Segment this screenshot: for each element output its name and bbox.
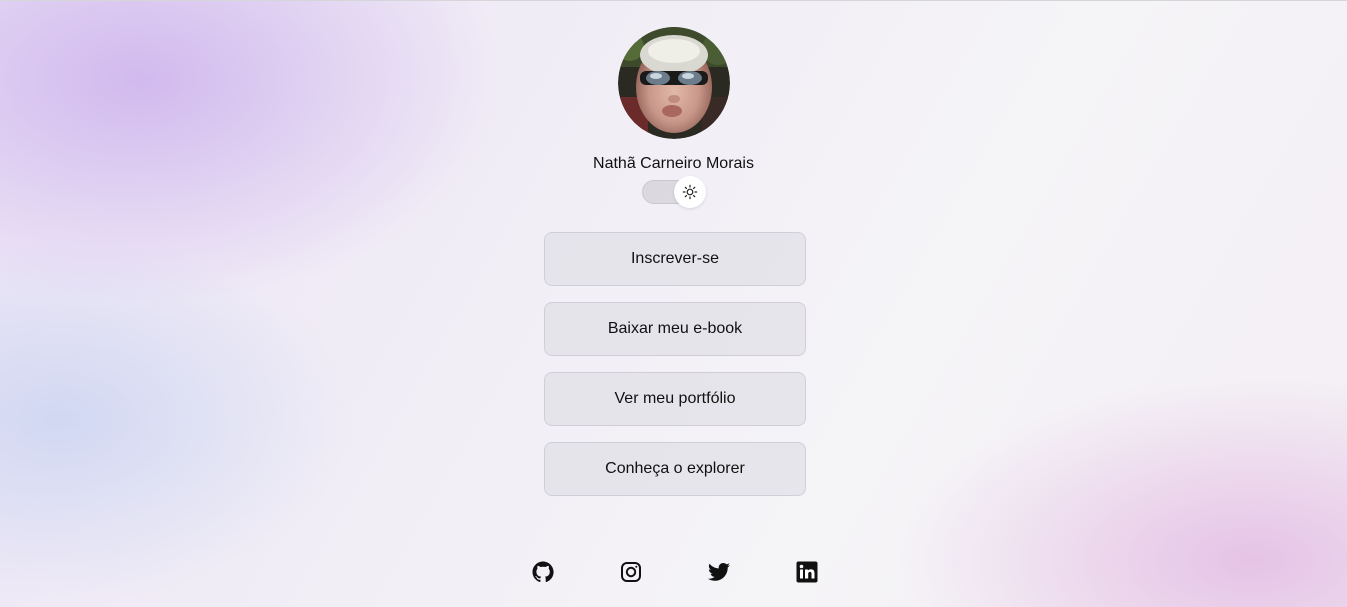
profile-name: Nathã Carneiro Morais bbox=[593, 155, 754, 172]
instagram-link[interactable] bbox=[619, 560, 643, 584]
link-list: Inscrever-se Baixar meu e-book Ver meu p… bbox=[544, 232, 806, 512]
profile-section: Nathã Carneiro Morais bbox=[0, 27, 1347, 208]
explorer-button[interactable]: Conheça o explorer bbox=[544, 442, 806, 496]
linkedin-link[interactable] bbox=[795, 560, 819, 584]
portfolio-button[interactable]: Ver meu portfólio bbox=[544, 372, 806, 426]
theme-toggle-knob bbox=[673, 176, 706, 208]
subscribe-button[interactable]: Inscrever-se bbox=[544, 232, 806, 286]
instagram-icon bbox=[621, 562, 641, 582]
github-link[interactable] bbox=[531, 560, 555, 584]
twitter-link[interactable] bbox=[707, 560, 731, 584]
sun-icon bbox=[682, 184, 697, 200]
social-links bbox=[531, 560, 821, 584]
theme-toggle[interactable] bbox=[641, 176, 706, 208]
linkedin-icon bbox=[796, 561, 818, 583]
page: Nathã Carneiro Morais Inscrever-se Baixa… bbox=[0, 0, 1347, 607]
download-ebook-button[interactable]: Baixar meu e-book bbox=[544, 302, 806, 356]
github-icon bbox=[532, 561, 554, 583]
avatar bbox=[617, 27, 730, 139]
twitter-icon bbox=[708, 563, 730, 581]
